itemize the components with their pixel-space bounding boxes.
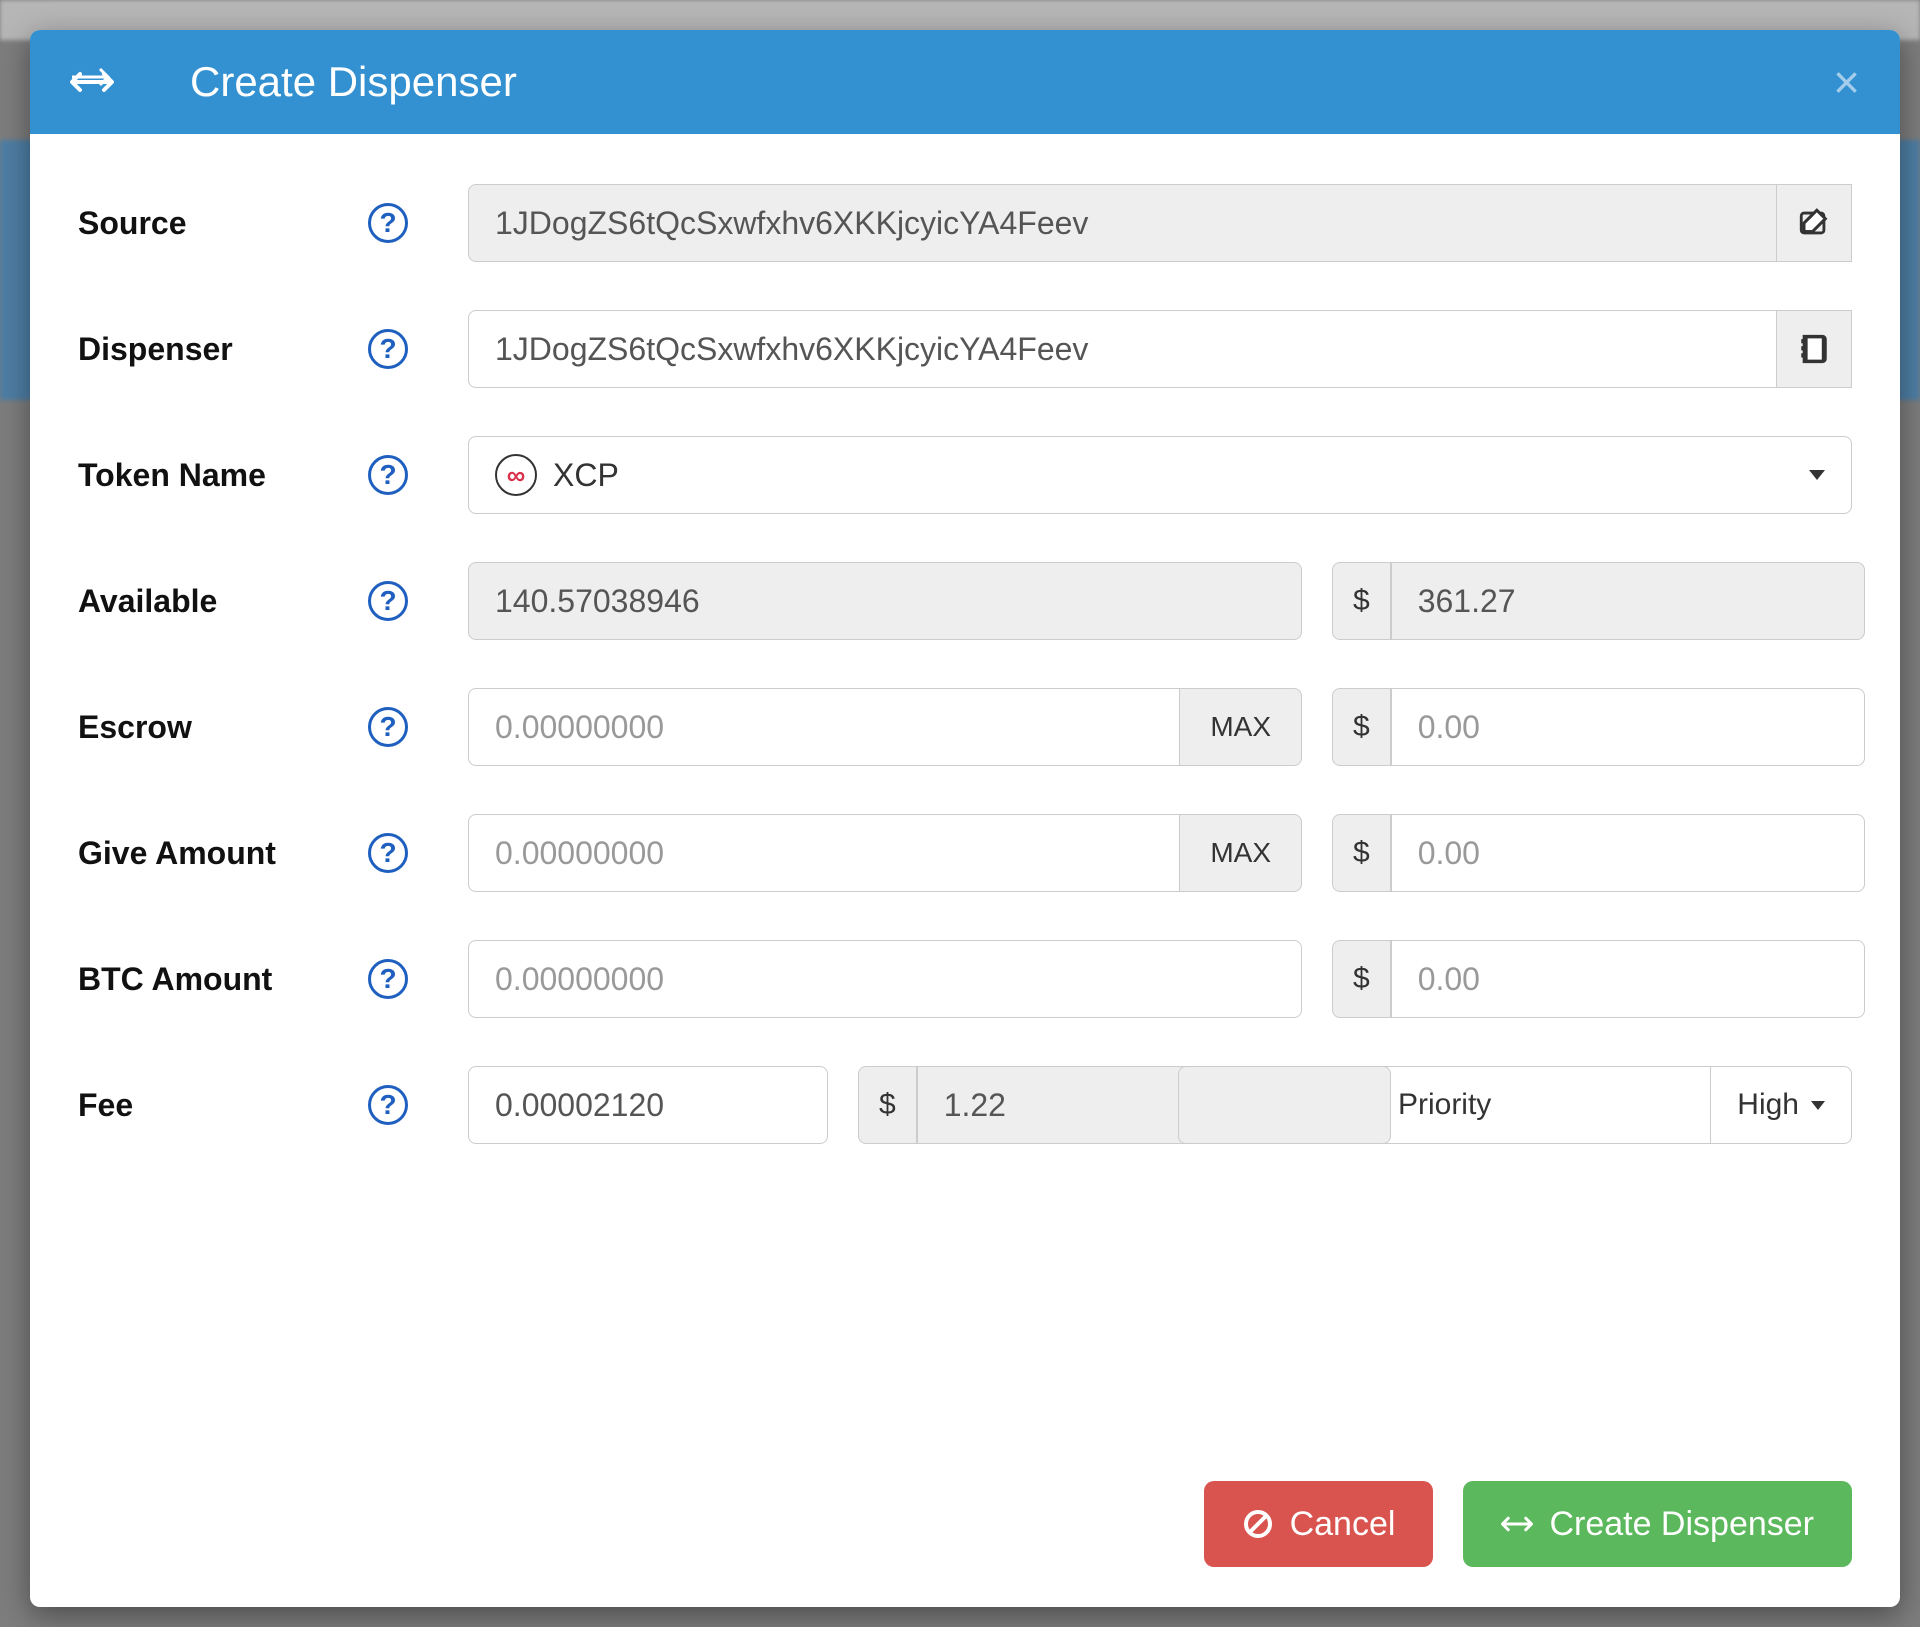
exchange-icon (70, 68, 114, 96)
give-max-button[interactable]: MAX (1179, 814, 1302, 892)
priority-label: Priority (1178, 1066, 1710, 1144)
btc-amount-label: BTC Amount (78, 961, 368, 998)
source-input (468, 184, 1776, 262)
fee-label: Fee (78, 1087, 368, 1124)
token-select[interactable]: ∞ XCP (468, 436, 1852, 514)
btc-amount-input[interactable] (468, 940, 1302, 1018)
escrow-label: Escrow (78, 709, 368, 746)
currency-symbol: $ (1332, 562, 1391, 640)
edit-source-button[interactable] (1776, 184, 1852, 262)
fee-input[interactable] (468, 1066, 828, 1144)
help-icon[interactable]: ? (368, 959, 408, 999)
help-icon[interactable]: ? (368, 455, 408, 495)
escrow-max-button[interactable]: MAX (1179, 688, 1302, 766)
btc-usd-input[interactable] (1391, 940, 1865, 1018)
create-dispenser-button[interactable]: Create Dispenser (1463, 1481, 1852, 1567)
dispenser-label: Dispenser (78, 331, 368, 368)
xcp-token-icon: ∞ (495, 454, 537, 496)
modal-title: Create Dispenser (190, 58, 517, 106)
address-book-button[interactable] (1776, 310, 1852, 388)
currency-symbol: $ (858, 1066, 917, 1144)
priority-select[interactable]: High (1710, 1066, 1852, 1144)
help-icon[interactable]: ? (368, 203, 408, 243)
escrow-input[interactable] (468, 688, 1179, 766)
give-amount-label: Give Amount (78, 835, 368, 872)
help-icon[interactable]: ? (368, 329, 408, 369)
available-amount (468, 562, 1302, 640)
exchange-icon (1501, 1508, 1533, 1540)
source-label: Source (78, 205, 368, 242)
chevron-down-icon (1809, 470, 1825, 480)
close-icon[interactable]: × (1833, 59, 1860, 105)
give-usd-input[interactable] (1391, 814, 1865, 892)
help-icon[interactable]: ? (368, 707, 408, 747)
help-icon[interactable]: ? (368, 833, 408, 873)
dispenser-input[interactable] (468, 310, 1776, 388)
currency-symbol: $ (1332, 814, 1391, 892)
chevron-down-icon (1811, 1101, 1825, 1110)
help-icon[interactable]: ? (368, 1085, 408, 1125)
create-dispenser-modal: Create Dispenser × Source ? (30, 30, 1900, 1607)
currency-symbol: $ (1332, 940, 1391, 1018)
available-label: Available (78, 583, 368, 620)
cancel-button[interactable]: Cancel (1204, 1481, 1434, 1567)
token-name-label: Token Name (78, 457, 368, 494)
cancel-icon (1242, 1508, 1274, 1540)
priority-value: High (1737, 1088, 1799, 1122)
escrow-usd-input[interactable] (1391, 688, 1865, 766)
help-icon[interactable]: ? (368, 581, 408, 621)
give-amount-input[interactable] (468, 814, 1179, 892)
token-select-value: XCP (553, 457, 619, 494)
modal-header: Create Dispenser × (30, 30, 1900, 134)
currency-symbol: $ (1332, 688, 1391, 766)
available-usd (1391, 562, 1865, 640)
